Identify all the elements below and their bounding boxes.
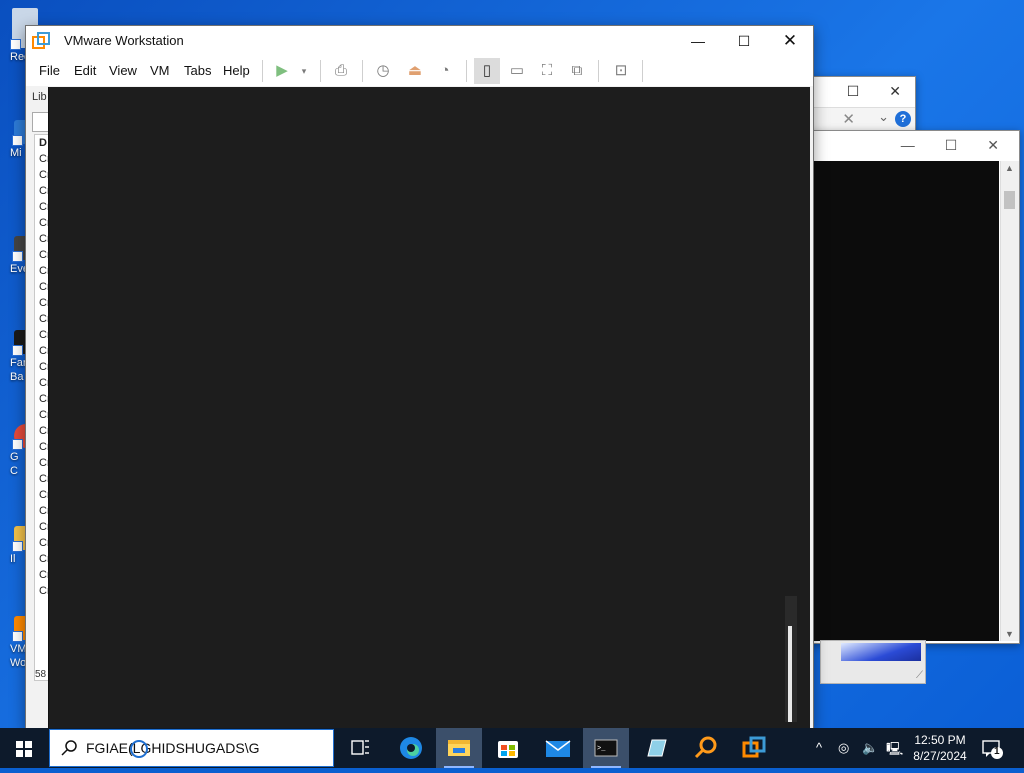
background-window[interactable]: ☐ ✕ ✕ ⌄ ? [808, 76, 916, 134]
search-icon [61, 740, 77, 756]
clock[interactable]: 12:50 PM 8/27/2024 [906, 732, 974, 764]
console-view-icon[interactable]: ⊡ [608, 58, 634, 84]
busy-cursor-icon [130, 740, 148, 758]
clock-time: 12:50 PM [914, 733, 966, 747]
power-dropdown-icon[interactable]: ▾ [291, 58, 317, 84]
scroll-down-icon[interactable]: ▼ [1005, 629, 1014, 639]
snapshot-manager-icon[interactable]: ◔ [432, 58, 458, 84]
taskbar-file-explorer[interactable] [436, 728, 482, 768]
window-controls: ☐ ✕ [847, 83, 901, 100]
network-icon[interactable]: 🖳 [886, 740, 903, 762]
terminal-console[interactable] [809, 161, 999, 641]
notification-icon [982, 740, 1003, 759]
unity-icon[interactable]: ⧉ [564, 58, 590, 84]
taskbar-mail[interactable] [535, 728, 581, 768]
menu-view[interactable]: View [109, 63, 137, 78]
scroll-thumb[interactable] [788, 626, 792, 722]
edge-icon [400, 737, 422, 759]
toolbar-separator [642, 60, 643, 82]
title-bar[interactable]: VMware Workstation — ☐ ✕ [26, 26, 813, 56]
background-window-strip: ⟋ [820, 640, 926, 684]
taskbar-terminal[interactable]: >_ [583, 728, 629, 768]
notification-center-button[interactable]: 1 [980, 736, 1006, 762]
magnifier-icon [694, 736, 717, 759]
scroll-thumb[interactable] [1004, 191, 1015, 209]
meet-now-icon[interactable]: ◎ [838, 740, 849, 756]
volume-muted-icon[interactable]: 🔈 [862, 740, 878, 756]
vmware-logo-icon [32, 32, 50, 49]
desktop: Rec Mi Eve Far Ba G C Il VM Wor ☐ ✕ ✕ ⌄ … [0, 0, 1024, 728]
vmware-window[interactable]: VMware Workstation — ☐ ✕ File Edit View … [25, 25, 814, 728]
window-controls: — ☐ ✕ [901, 137, 999, 154]
help-icon[interactable]: ? [895, 111, 911, 127]
menu-tabs[interactable]: Tabs [184, 63, 211, 78]
notepad-icon [647, 739, 667, 757]
terminal-window[interactable]: — ☐ ✕ ▲ ▼ [808, 130, 1020, 644]
menu-edit[interactable]: Edit [74, 63, 96, 78]
show-library-icon[interactable]: ▯ [474, 58, 500, 84]
toolbar-separator [598, 60, 599, 82]
taskbar-vmware[interactable] [731, 728, 777, 768]
toolbar-separator [362, 60, 363, 82]
resize-grip-icon[interactable]: ⟋ [916, 670, 923, 681]
chevron-down-icon[interactable]: ⌄ [878, 109, 889, 125]
clear-icon[interactable]: ✕ [842, 110, 855, 128]
notification-count: 1 [994, 746, 1000, 757]
maximize-button[interactable]: ☐ [721, 26, 767, 56]
taskbar-notepad-app[interactable] [633, 728, 679, 768]
store-icon [498, 741, 518, 758]
address-row: ✕ ⌄ ? [809, 107, 915, 132]
terminal-scrollbar[interactable]: ▲ ▼ [1000, 161, 1019, 641]
minimize-icon[interactable]: — [901, 137, 915, 154]
toolbar-separator [466, 60, 467, 82]
revert-snapshot-icon[interactable]: ⏏ [402, 58, 428, 84]
close-icon[interactable]: ✕ [987, 137, 999, 154]
clock-date: 8/27/2024 [913, 749, 967, 763]
search-input[interactable] [86, 730, 326, 766]
full-screen-icon[interactable]: ⛶ [534, 58, 560, 84]
library-count: 58 [35, 669, 47, 680]
start-button[interactable] [0, 728, 48, 768]
thumbnail-bar-icon[interactable]: ▭ [504, 58, 530, 84]
scroll-up-icon[interactable]: ▲ [1005, 163, 1014, 173]
windows-logo-icon [16, 741, 32, 757]
menu-help[interactable]: Help [223, 63, 250, 78]
minimize-button[interactable]: — [675, 26, 721, 56]
terminal-icon: >_ [594, 739, 618, 757]
window-title: VMware Workstation [64, 33, 184, 48]
toolbar-separator [262, 60, 263, 82]
taskbar-edge[interactable] [388, 728, 434, 768]
vmware-icon [742, 736, 766, 758]
close-button[interactable]: ✕ [767, 26, 813, 56]
taskbar-search-box[interactable] [49, 729, 334, 767]
menu-vm[interactable]: VM [150, 63, 170, 78]
taskbar: >_ ^ ◎ 🔈 🖳 12:50 PM 8/27/2024 1 [0, 728, 1024, 768]
menu-file[interactable]: File [39, 63, 60, 78]
show-hidden-icons-icon[interactable]: ^ [816, 740, 822, 755]
maximize-icon[interactable]: ☐ [945, 137, 958, 154]
folder-icon [448, 740, 470, 756]
taskbar-store[interactable] [485, 728, 531, 768]
snapshot-icon[interactable]: ◷ [370, 58, 396, 84]
maximize-icon[interactable]: ☐ [847, 83, 860, 100]
mail-icon [545, 740, 571, 757]
close-icon[interactable]: ✕ [889, 83, 901, 100]
window-preview [841, 643, 921, 661]
task-view-icon [351, 740, 369, 755]
svg-text:>_: >_ [597, 745, 606, 753]
vm-console[interactable] [48, 87, 810, 728]
toolbar-separator [320, 60, 321, 82]
task-view-button[interactable] [337, 728, 383, 768]
send-ctrl-alt-del-icon[interactable]: ⎙ [328, 58, 354, 84]
console-scrollbar[interactable] [785, 596, 797, 722]
taskbar-search-tool[interactable] [683, 728, 729, 768]
library-label: Lib [32, 91, 47, 103]
